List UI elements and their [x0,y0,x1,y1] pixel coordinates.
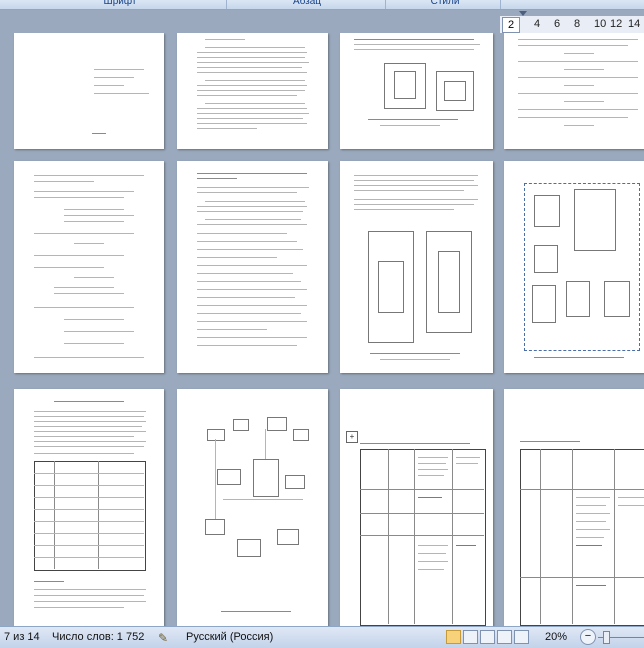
page-thumbnail[interactable] [340,161,493,373]
proofing-icon[interactable]: ✎ [158,631,168,645]
table-move-handle-icon[interactable]: + [346,431,358,443]
page-count[interactable]: 7 из 14 [4,631,40,643]
ribbon-group-styles[interactable]: Стили [390,0,500,8]
page-thumbnail[interactable] [177,161,328,373]
page-thumbnail[interactable]: + [340,389,493,626]
horizontal-ruler[interactable]: 2 4 6 8 10 12 14 [500,16,644,34]
print-layout-view-button[interactable] [446,630,461,644]
document-canvas[interactable]: + [0,33,644,626]
outline-view-button[interactable] [497,630,512,644]
word-count[interactable]: Число слов: 1 752 [52,631,144,643]
ruler-tick: 12 [610,18,623,30]
ruler-tick: 8 [574,18,581,30]
page-thumbnail[interactable] [14,389,164,626]
page-thumbnail[interactable] [504,161,644,373]
ruler-tick: 10 [594,18,607,30]
full-screen-view-button[interactable] [463,630,478,644]
page-thumbnail[interactable] [504,33,644,149]
status-bar: 7 из 14 Число слов: 1 752 ✎ Русский (Рос… [0,626,644,648]
ruler-tick: 6 [554,18,561,30]
page-thumbnail[interactable] [14,33,164,149]
ribbon-bar: Шрифт Абзац Стили [0,0,644,10]
zoom-out-icon[interactable]: − [580,629,596,645]
language-indicator[interactable]: Русский (Россия) [186,631,273,643]
ruler-selected-tick: 2 [502,17,520,33]
page-thumbnail[interactable] [340,33,493,149]
web-layout-view-button[interactable] [480,630,495,644]
draft-view-button[interactable] [514,630,529,644]
ruler-tick: 14 [628,18,641,30]
page-thumbnail[interactable] [177,389,328,626]
page-thumbnail[interactable] [177,33,328,149]
ribbon-group-font[interactable]: Шрифт [60,0,180,8]
page-thumbnail[interactable] [14,161,164,373]
zoom-level[interactable]: 20% [545,631,567,643]
zoom-slider-thumb[interactable] [603,631,610,644]
page-thumbnail[interactable] [504,389,644,626]
ribbon-group-paragraph[interactable]: Абзац [232,0,382,8]
ruler-tick: 4 [534,18,541,30]
